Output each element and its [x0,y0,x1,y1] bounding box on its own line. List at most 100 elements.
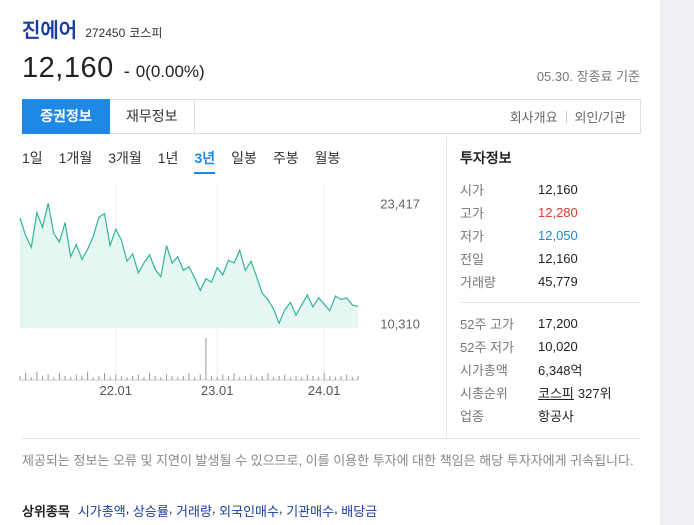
top-stocks-dividend[interactable]: 배당금 [341,501,377,520]
x-axis-label: 24.01 [308,383,341,398]
volume-bar [165,374,167,380]
stock-code: 272450 [85,26,126,40]
info-label: 업종 [460,409,484,424]
volume-bar [340,375,342,380]
volume-bar [250,374,252,380]
volume-bar [171,375,173,380]
volume-bar [36,371,38,380]
volume-bar [132,375,134,380]
volume-bar [143,377,145,380]
top-stocks-foreign-buy[interactable]: 외국인매수 [219,501,279,520]
info-label: 고가 [460,206,484,221]
y-axis-label: 10,310 [380,316,420,331]
info-value: 12,050 [538,228,578,243]
tab-link-divider [565,110,567,123]
volume-bar [267,373,269,380]
period-weekly-candle[interactable]: 주봉 [273,148,299,174]
y-axis-label: 23,417 [380,196,420,211]
volume-bar [295,375,297,380]
volume-bar [75,374,77,380]
period-3m[interactable]: 3개월 [108,148,142,174]
top-stocks-links: 상위종목 시가총액 , 상승률 , 거래량 , 외국인매수 , 기관매수 , 배… [22,501,377,520]
tab-bar: 증권정보 재무정보 회사개요 외인/기관 [22,98,641,134]
period-monthly-candle[interactable]: 월봉 [315,148,341,174]
top-stocks-institution-buy[interactable]: 기관매수 [286,501,334,520]
price-area [20,203,358,328]
info-label: 시가총액 [460,363,508,378]
x-axis-label: 22.01 [99,383,132,398]
top-stocks-market-cap[interactable]: 시가총액 [78,501,126,520]
volume-bar [115,374,117,380]
period-3y[interactable]: 3년 [194,148,216,174]
info-label: 52주 저가 [460,340,514,355]
volume-bar [154,375,156,380]
price-chart[interactable]: 23,417 10,310 22.01 23.01 24.01 [18,180,428,400]
volume-bar [357,375,359,380]
x-axis-label: 23.01 [201,383,234,398]
foreign-institution-link[interactable]: 외인/기관 [575,107,626,126]
top-stocks-gainers[interactable]: 상승률 [133,501,169,520]
volume-bar [205,338,207,380]
period-1y[interactable]: 1년 [158,148,179,174]
volume-bar [126,377,128,380]
volume-bar [222,374,224,380]
info-value: 12,280 [538,205,578,220]
info-row-industry: 업종 항공사 [460,404,640,427]
volume-bar [109,377,111,380]
stock-name[interactable]: 진에어 [22,14,77,43]
top-stocks-volume[interactable]: 거래량 [176,501,212,520]
tab-financial-info[interactable]: 재무정보 [110,98,195,134]
link-separator: , [278,501,287,516]
info-label: 52주 고가 [460,317,514,332]
info-label: 거래량 [460,275,496,290]
info-value: 45,779 [538,274,578,289]
info-divider [460,302,640,303]
volume-bar [120,375,122,380]
stock-card: 진에어 272450 코스피 12,160 - 0(0.00%) 05.30. … [0,0,660,525]
link-separator: , [168,501,177,516]
volume-bar [346,374,348,380]
info-value: 6,348억 [538,363,583,378]
info-value: 10,020 [538,339,578,354]
info-value: 327위 [577,386,612,401]
volume-bar [42,375,44,380]
kospi-rank-link[interactable]: 코스피 [538,383,574,402]
info-label: 시총순위 [460,386,508,401]
company-overview-link[interactable]: 회사개요 [510,107,558,126]
info-value: 17,200 [538,316,578,331]
info-row-volume: 거래량 45,779 [460,270,640,293]
volume-bar [92,377,94,380]
volume-bar [177,377,179,380]
info-row-prev-close: 전일 12,160 [460,247,640,270]
volume-bar [284,374,286,380]
change-dash: - [123,61,130,81]
link-separator: , [125,501,133,516]
volume-bar [334,377,336,380]
volume-bar [261,375,263,380]
tab-links: 회사개요 외인/기관 [510,107,640,126]
industry-link[interactable]: 항공사 [538,406,574,425]
tab-securities-info[interactable]: 증권정보 [22,98,110,134]
volume-bar [81,375,83,380]
volume-bar [256,377,258,380]
info-row-open: 시가 12,160 [460,178,640,201]
top-stocks-title: 상위종목 [22,504,70,519]
info-row-52w-low: 52주 저가 10,020 [460,335,640,358]
period-1m[interactable]: 1개월 [59,148,93,174]
volume-bar [239,377,241,380]
volume-bar [289,377,291,380]
volume-bar [194,377,196,380]
side-divider [446,137,447,437]
period-daily-candle[interactable]: 일봉 [231,148,257,174]
volume-bar [30,377,32,380]
period-selector: 1일 1개월 3개월 1년 3년 일봉 주봉 월봉 [22,148,356,174]
investment-info-title: 투자정보 [460,150,512,166]
volume-bar [53,377,55,380]
volume-bar [70,377,72,380]
info-row-low: 저가 12,050 [460,224,640,247]
link-separator: , [334,501,342,516]
period-1d[interactable]: 1일 [22,148,43,174]
info-row-high: 고가 12,280 [460,201,640,224]
info-row-52w-high: 52주 고가 17,200 [460,312,640,335]
link-separator: , [211,501,220,516]
